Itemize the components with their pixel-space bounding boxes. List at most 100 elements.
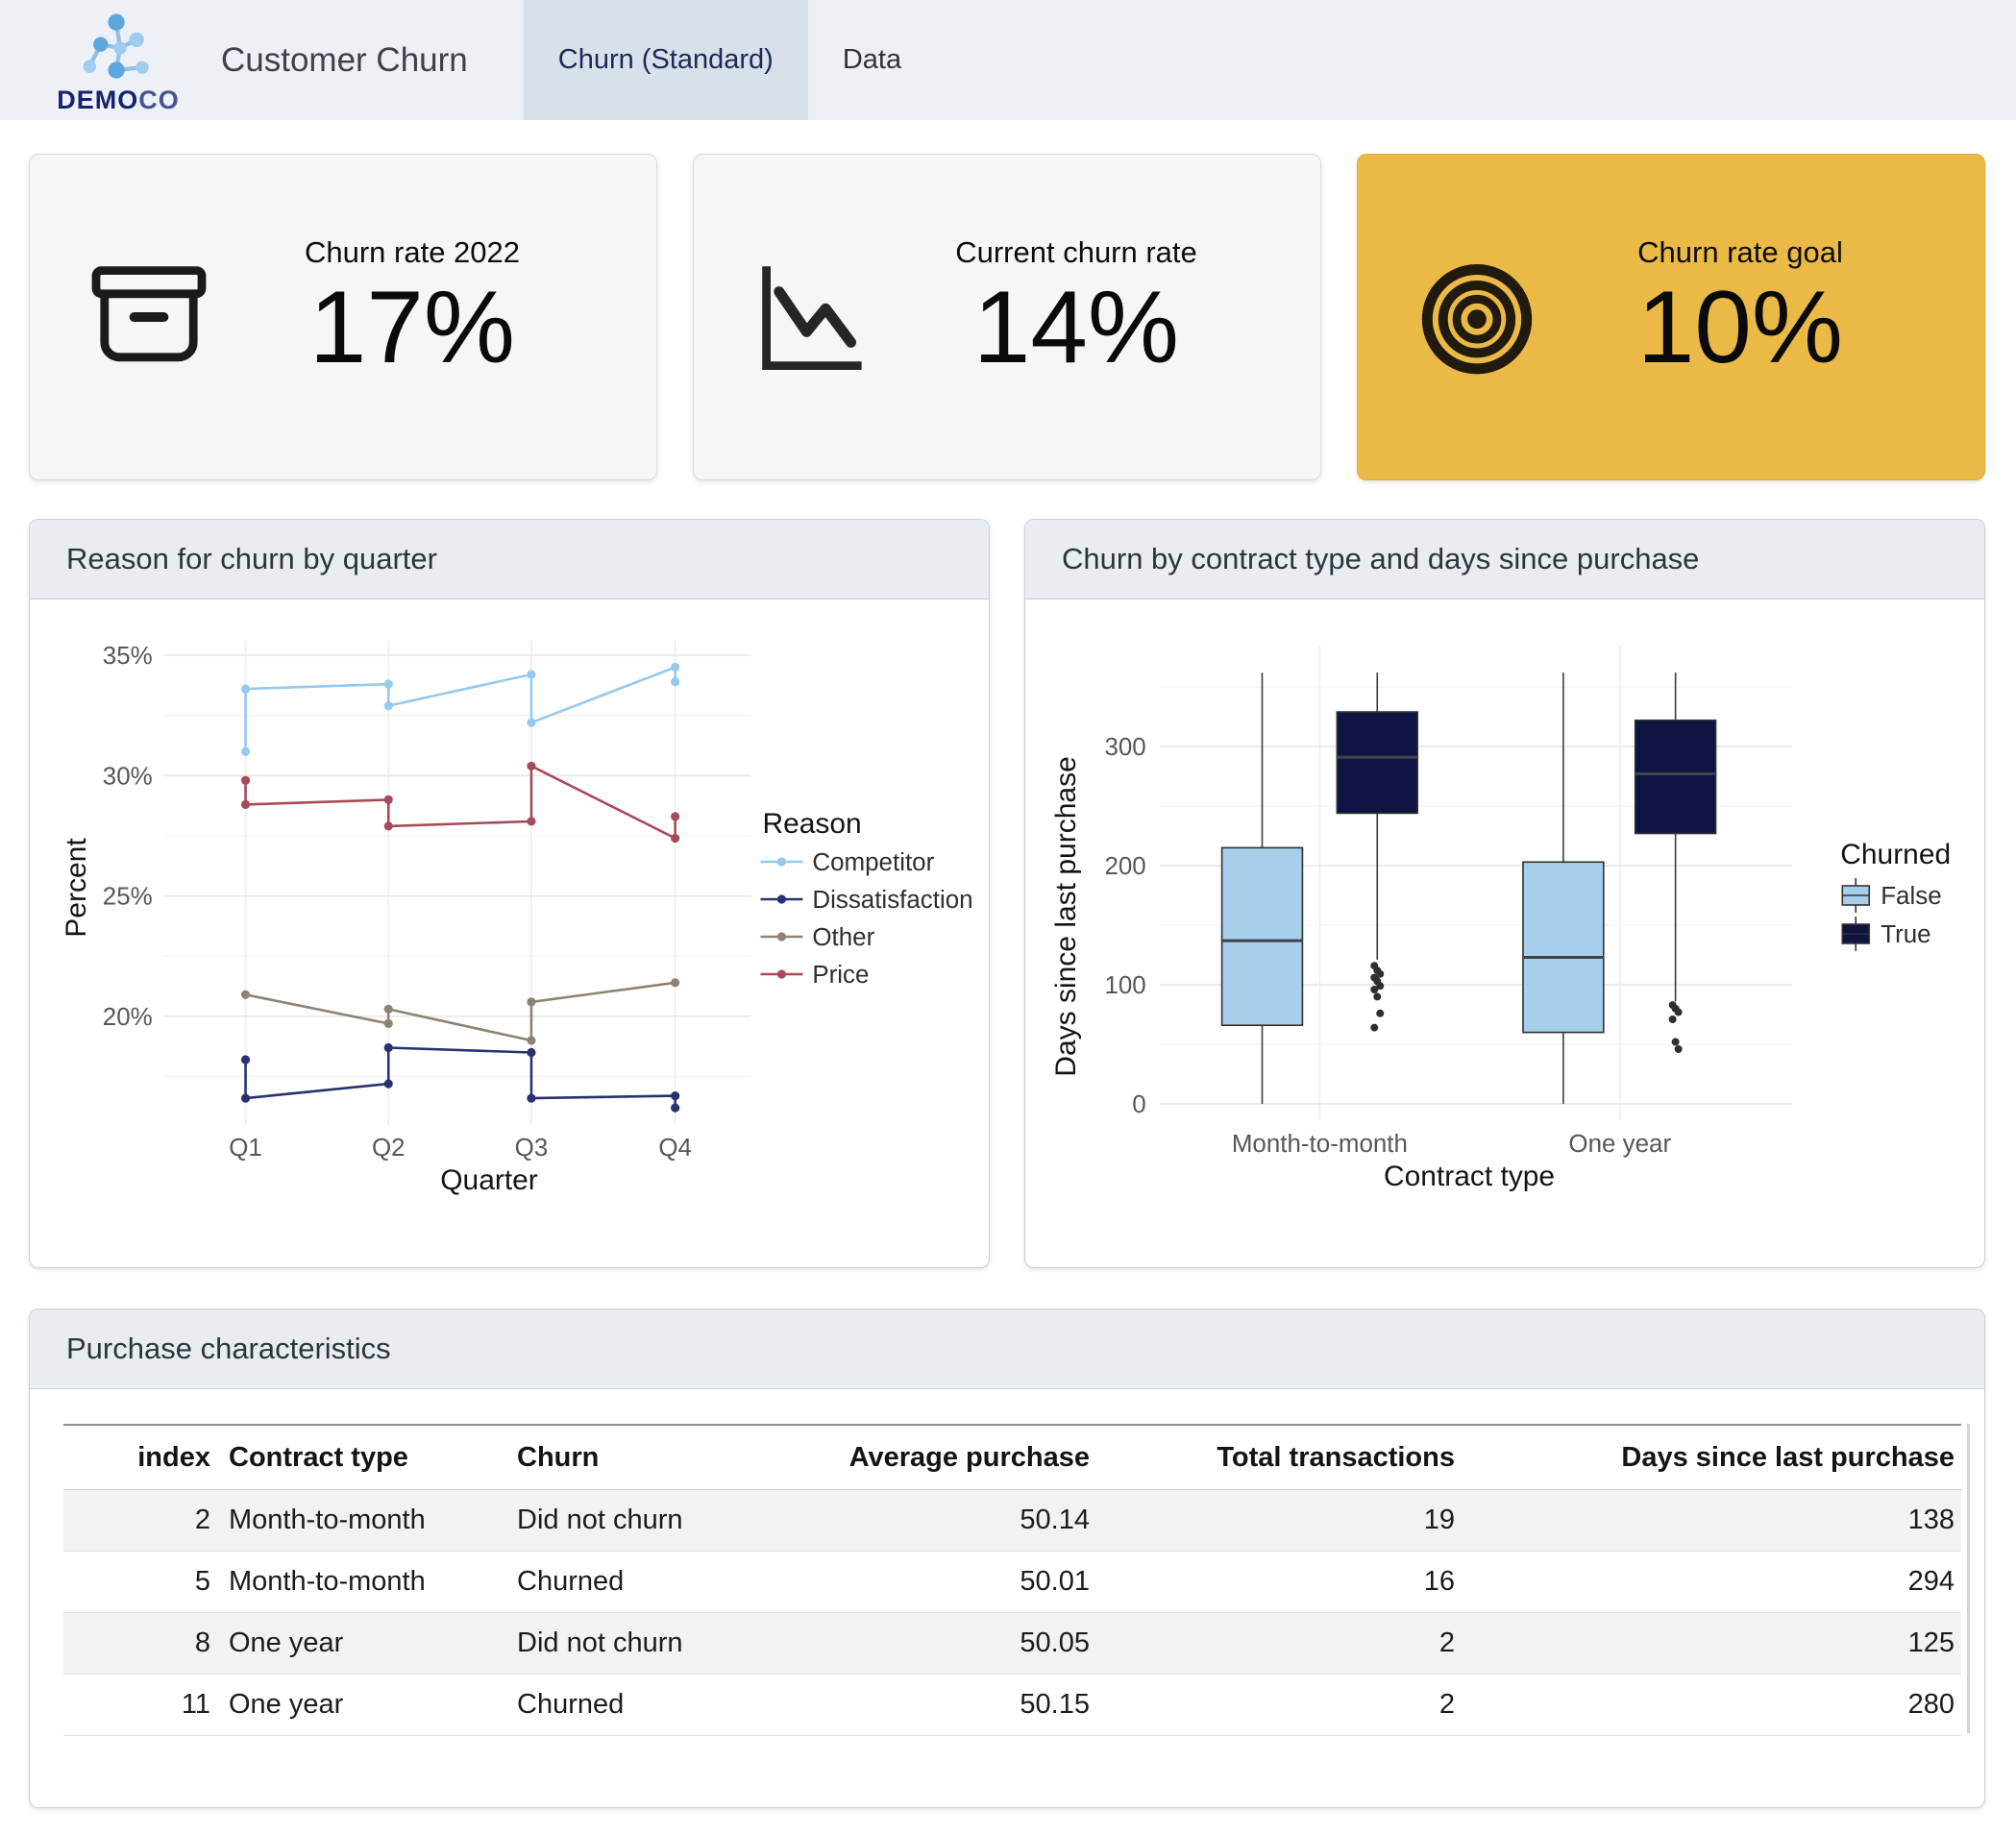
target-icon <box>1414 254 1540 380</box>
x-tick-label: Q1 <box>229 1133 262 1162</box>
data-point-competitor <box>384 701 393 710</box>
data-point-price <box>241 776 250 785</box>
y-axis-title: Days since last purchase <box>1050 756 1082 1076</box>
brand-demo: DEMO <box>57 86 138 114</box>
table-row: 2Month-to-monthDid not churn50.1419138 <box>63 1490 1961 1552</box>
churn-boxplot-chart[interactable]: 0100200300Month-to-monthOne yearContract… <box>1025 599 1984 1267</box>
reason-churn-line-chart[interactable]: 35%30%25%20%Q1Q2Q3Q4QuarterPercentReason… <box>30 599 989 1267</box>
table-cell: 50.14 <box>803 1490 1096 1552</box>
data-point-other <box>384 1019 393 1028</box>
x-tick-label: Month-to-month <box>1232 1129 1408 1158</box>
data-point-dissatisfaction <box>671 1091 679 1100</box>
box-one-year-true <box>1635 721 1716 834</box>
y-tick-label: 200 <box>1104 851 1145 880</box>
outlier-one-year-true <box>1672 1039 1680 1046</box>
table-cell: 50.15 <box>803 1675 1096 1736</box>
table-header-row: indexContract typeChurnAverage purchaseT… <box>63 1425 1961 1490</box>
data-point-dissatisfaction <box>384 1080 393 1089</box>
kpi-card-churn-2022: Churn rate 2022 17% <box>29 154 657 480</box>
data-point-other <box>527 997 535 1006</box>
data-point-price <box>527 762 535 771</box>
table-cell: 280 <box>1462 1675 1961 1736</box>
table-cell: 50.05 <box>803 1613 1096 1675</box>
table-cell: 11 <box>63 1675 217 1736</box>
x-tick-label: Q4 <box>658 1133 692 1162</box>
tab-churn-standard[interactable]: Churn (Standard) <box>524 0 808 120</box>
panel-title: Churn by contract type and days since pu… <box>1025 520 1984 599</box>
table-scrollbar[interactable] <box>1967 1424 1970 1733</box>
legend-label: False <box>1881 881 1941 910</box>
data-point-competitor <box>384 680 393 689</box>
table-cell: 5 <box>63 1552 217 1613</box>
data-point-competitor <box>241 747 250 756</box>
outlier-month-to-month-true <box>1373 992 1381 1000</box>
panel-reason-for-churn: Reason for churn by quarter 35%30%25%20%… <box>29 519 990 1268</box>
kpi-text: Churn rate 2022 17% <box>212 235 612 399</box>
y-tick-label: 100 <box>1104 970 1145 999</box>
legend-title: Churned <box>1840 839 1951 870</box>
data-point-competitor <box>671 677 679 686</box>
column-header-average-purchase: Average purchase <box>803 1425 1096 1490</box>
legend-label: Dissatisfaction <box>812 885 972 914</box>
tab-data[interactable]: Data <box>808 0 936 120</box>
table-cell: 294 <box>1462 1552 1961 1613</box>
column-header-days-since-last-purchase: Days since last purchase <box>1462 1425 1961 1490</box>
box-month-to-month-true <box>1337 712 1417 813</box>
network-logo-icon <box>72 11 164 86</box>
table-cell: 50.01 <box>803 1552 1096 1613</box>
data-point-price <box>384 821 393 830</box>
column-header-contract-type: Contract type <box>217 1425 505 1490</box>
box-one-year-false <box>1523 862 1604 1032</box>
legend-label: Price <box>812 960 869 989</box>
page-title: Customer Churn <box>221 41 468 80</box>
legend-label: True <box>1881 919 1930 948</box>
y-axis-title: Percent <box>61 838 92 938</box>
panel-purchase-characteristics: Purchase characteristics indexContract t… <box>29 1309 1985 1808</box>
y-tick-label: 25% <box>103 882 153 911</box>
panel-title: Reason for churn by quarter <box>30 520 989 599</box>
y-tick-label: 35% <box>103 641 153 670</box>
y-tick-label: 30% <box>103 761 153 790</box>
nav-tabs: Churn (Standard) Data <box>524 0 936 120</box>
x-axis-title: Contract type <box>1384 1161 1555 1192</box>
app-header: DEMOCO Customer Churn Churn (Standard) D… <box>0 0 2016 120</box>
data-point-price <box>384 795 393 804</box>
table-cell: Did not churn <box>505 1490 803 1552</box>
legend-title: Reason <box>762 808 861 840</box>
table-row: 5Month-to-monthChurned50.0116294 <box>63 1552 1961 1613</box>
data-point-competitor <box>241 685 250 694</box>
data-point-dissatisfaction <box>384 1043 393 1052</box>
outlier-month-to-month-true <box>1370 986 1378 993</box>
data-point-other <box>527 1036 535 1044</box>
kpi-value: 17% <box>309 270 515 385</box>
data-point-other <box>384 1005 393 1014</box>
legend-swatch-dot <box>777 894 786 903</box>
kpi-card-current-churn: Current churn rate 14% <box>693 154 1321 480</box>
table-cell: Churned <box>505 1552 803 1613</box>
table-cell: 2 <box>63 1490 217 1552</box>
series-line-competitor <box>246 668 676 752</box>
kpi-label: Churn rate 2022 <box>305 235 520 270</box>
series-line-other <box>246 983 676 1040</box>
panel-churn-boxplot: Churn by contract type and days since pu… <box>1024 519 1985 1268</box>
legend-swatch-dot <box>777 969 786 978</box>
data-point-dissatisfaction <box>527 1094 535 1103</box>
kpi-text: Current churn rate 14% <box>876 235 1276 399</box>
column-header-total-transactions: Total transactions <box>1096 1425 1462 1490</box>
x-tick-label: Q3 <box>515 1133 549 1162</box>
kpi-label: Churn rate goal <box>1637 235 1843 270</box>
data-point-dissatisfaction <box>671 1104 679 1113</box>
data-point-competitor <box>527 670 535 678</box>
data-point-other <box>671 978 679 987</box>
table-cell: 2 <box>1096 1613 1462 1675</box>
kpi-value: 14% <box>973 270 1179 385</box>
data-point-competitor <box>671 663 679 672</box>
data-point-price <box>671 834 679 843</box>
table-cell: Month-to-month <box>217 1490 505 1552</box>
company-logo: DEMOCO <box>37 0 200 120</box>
archive-box-icon <box>86 254 212 380</box>
table-cell: One year <box>217 1675 505 1736</box>
data-point-dissatisfaction <box>241 1094 250 1103</box>
table-cell: Churned <box>505 1675 803 1736</box>
data-point-price <box>527 817 535 825</box>
